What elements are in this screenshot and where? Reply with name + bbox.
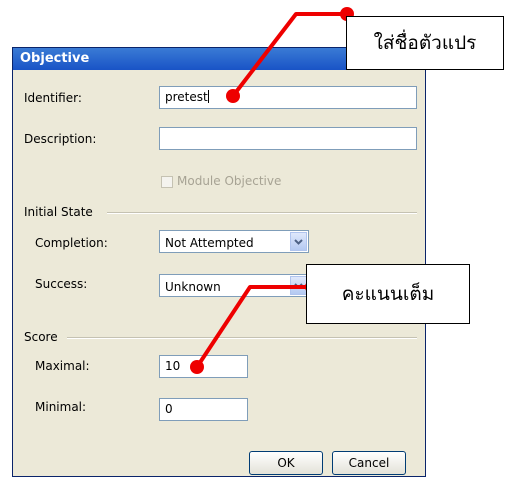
score-callout-text: คะแนนเต็ม <box>341 283 435 305</box>
score-callout: คะแนนเต็ม <box>306 264 470 324</box>
identifier-callout-text: ใส่ชื่อตัวแปร <box>373 32 477 54</box>
annotation-arrows <box>190 7 354 374</box>
score-arrow-dot <box>190 360 204 374</box>
identifier-callout: ใส่ชื่อตัวแปร <box>346 16 504 70</box>
identifier-arrow-dot <box>226 89 240 103</box>
identifier-arrow <box>231 12 347 98</box>
score-arrow <box>195 285 312 369</box>
